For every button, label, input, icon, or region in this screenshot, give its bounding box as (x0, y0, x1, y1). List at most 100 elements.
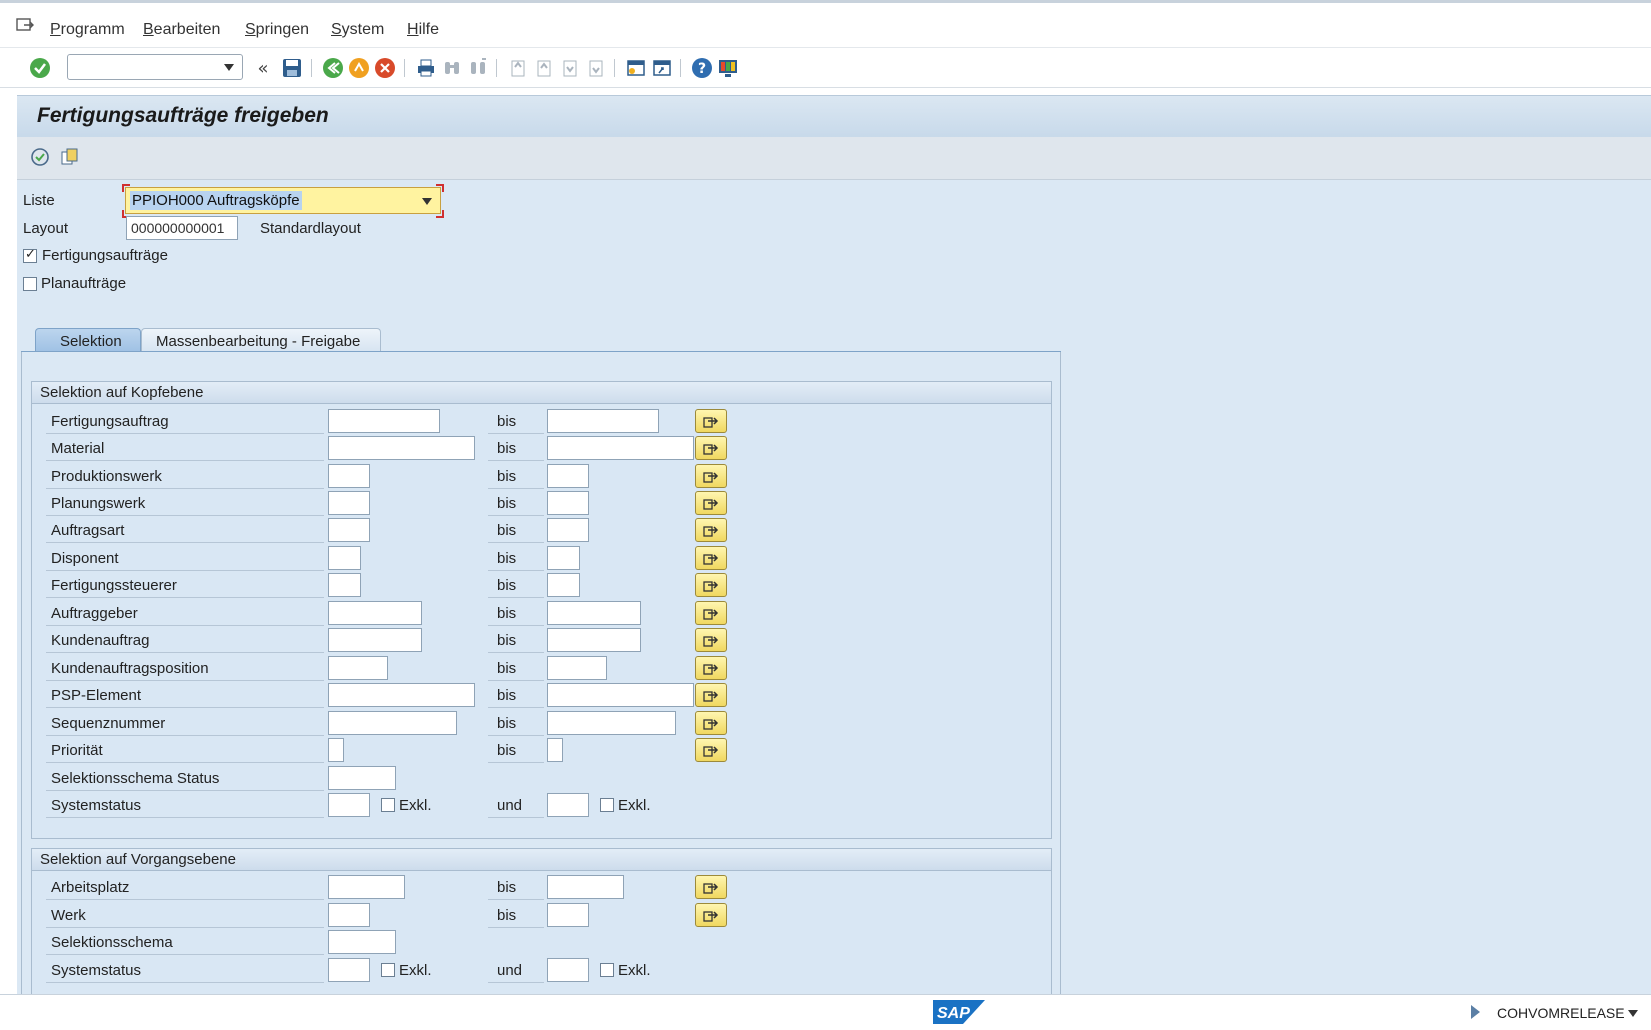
arbeitsplatz-to-input[interactable] (547, 875, 624, 899)
system-menu-icon[interactable] (16, 17, 34, 33)
chevron-down-icon[interactable] (224, 64, 234, 71)
selektionsschema-input[interactable] (328, 930, 396, 954)
prioritaet-from-input[interactable] (328, 738, 344, 762)
kundenauftragsposition-from-input[interactable] (328, 656, 388, 680)
systemstatus-exkl-checkbox[interactable] (381, 798, 395, 812)
multiple-selection-button[interactable] (695, 628, 727, 652)
multiple-selection-button[interactable] (695, 491, 727, 515)
arrow-right-icon (703, 883, 719, 894)
exit-icon[interactable] (347, 56, 371, 80)
multiple-selection-button[interactable] (695, 546, 727, 570)
menu-springen[interactable]: Springen (245, 21, 309, 39)
planungswerk-to-input[interactable] (547, 491, 589, 515)
liste-dropdown[interactable]: PPIOH000 Auftragsköpfe (125, 187, 441, 214)
tab-selektion[interactable]: Selektion (35, 328, 141, 352)
previous-page-icon (532, 56, 556, 80)
psp-element-from-input[interactable] (328, 683, 475, 707)
menu-bearbeiten[interactable]: Bearbeiten (143, 21, 220, 39)
print-icon[interactable] (414, 56, 438, 80)
systemstatus-und-input[interactable] (547, 793, 589, 817)
exkl-label: Exkl. (618, 962, 651, 979)
disponent-to-input[interactable] (547, 546, 580, 570)
bis-label: bis (497, 660, 517, 677)
arrow-right-icon (703, 581, 719, 592)
chevron-down-icon[interactable] (422, 198, 432, 205)
arbeitsplatz-from-input[interactable] (328, 875, 405, 899)
werk-to-input[interactable] (547, 903, 589, 927)
multiple-selection-button[interactable] (695, 656, 727, 680)
bis-label: bis (497, 495, 517, 512)
kundenauftragsposition-to-input[interactable] (547, 656, 607, 680)
arrow-right-icon (703, 526, 719, 537)
produktionswerk-to-input[interactable] (547, 464, 589, 488)
planungswerk-from-input[interactable] (328, 491, 370, 515)
menu-programm[interactable]: Programm (50, 21, 125, 39)
layout-input[interactable]: 000000000001 (126, 216, 238, 240)
und-label: und (497, 797, 523, 814)
planauftraege-label: Planaufträge (41, 275, 127, 292)
get-variant-icon[interactable] (58, 145, 82, 169)
customize-layout-icon[interactable] (716, 56, 740, 80)
new-session-icon[interactable] (624, 56, 648, 80)
fertigungssteuerer-from-input[interactable] (328, 573, 361, 597)
multiple-selection-button[interactable] (695, 464, 727, 488)
material-from-input[interactable] (328, 436, 475, 460)
multiple-selection-button[interactable] (695, 518, 727, 542)
vorgang-systemstatus-und-exkl-checkbox[interactable] (600, 963, 614, 977)
auftraggeber-from-input[interactable] (328, 601, 422, 625)
auftraggeber-to-input[interactable] (547, 601, 641, 625)
fertigungsauftrag-to-input[interactable] (547, 409, 659, 433)
multiple-selection-button[interactable] (695, 711, 727, 735)
psp-element-to-input[interactable] (547, 683, 694, 707)
bis-label: bis (497, 468, 517, 485)
multiple-selection-button[interactable] (695, 875, 727, 899)
auftragsart-to-input[interactable] (547, 518, 589, 542)
sequenznummer-to-input[interactable] (547, 711, 676, 735)
chevron-down-icon[interactable] (1628, 1010, 1638, 1017)
produktionswerk-from-input[interactable] (328, 464, 370, 488)
fertigungsauftrag-from-input[interactable] (328, 409, 440, 433)
vorgang-systemstatus-und-input[interactable] (547, 958, 589, 982)
multiple-selection-button[interactable] (695, 601, 727, 625)
multiple-selection-button[interactable] (695, 738, 727, 762)
multiple-selection-button[interactable] (695, 436, 727, 460)
systemstatus-und-exkl-checkbox[interactable] (600, 798, 614, 812)
bis-label: bis (497, 440, 517, 457)
cancel-icon[interactable] (373, 56, 397, 80)
back-icon[interactable] (321, 56, 345, 80)
command-field[interactable] (67, 54, 243, 80)
multiple-selection-button[interactable] (695, 683, 727, 707)
selektionsschema-status-input[interactable] (328, 766, 396, 790)
fertigungssteuerer-to-input[interactable] (547, 573, 580, 597)
prioritaet-to-input[interactable] (547, 738, 563, 762)
kundenauftrag-to-input[interactable] (547, 628, 641, 652)
standard-toolbar: « ? (0, 49, 1651, 88)
save-icon[interactable] (280, 56, 304, 80)
disponent-from-input[interactable] (328, 546, 361, 570)
multiple-selection-button[interactable] (695, 903, 727, 927)
menu-hilfe[interactable]: Hilfe (407, 21, 439, 39)
multiple-selection-button[interactable] (695, 573, 727, 597)
vorgang-systemstatus-exkl-checkbox[interactable] (381, 963, 395, 977)
find-icon (440, 56, 464, 80)
vorgang-systemstatus-input[interactable] (328, 958, 370, 982)
fertigungsauftraege-checkbox[interactable] (23, 247, 37, 263)
enter-icon[interactable] (28, 56, 52, 80)
collapse-command-icon[interactable]: « (251, 56, 275, 80)
auftragsart-from-input[interactable] (328, 518, 370, 542)
status-expand-icon[interactable] (1471, 1005, 1480, 1019)
systemstatus-input[interactable] (328, 793, 370, 817)
menu-system[interactable]: System (331, 21, 384, 39)
sequenznummer-from-input[interactable] (328, 711, 457, 735)
help-icon[interactable]: ? (690, 56, 714, 80)
planauftraege-checkbox[interactable] (23, 277, 37, 291)
werk-from-input[interactable] (328, 903, 370, 927)
material-to-input[interactable] (547, 436, 694, 460)
shortcut-icon[interactable] (650, 56, 674, 80)
execute-icon[interactable] (28, 145, 52, 169)
kundenauftrag-from-input[interactable] (328, 628, 422, 652)
layout-label: Layout (23, 220, 69, 237)
tab-massenbearbeitung[interactable]: Massenbearbeitung - Freigabe (141, 328, 381, 352)
multiple-selection-button[interactable] (695, 409, 727, 433)
vorgang-systemstatus-label: Systemstatus (51, 962, 142, 979)
